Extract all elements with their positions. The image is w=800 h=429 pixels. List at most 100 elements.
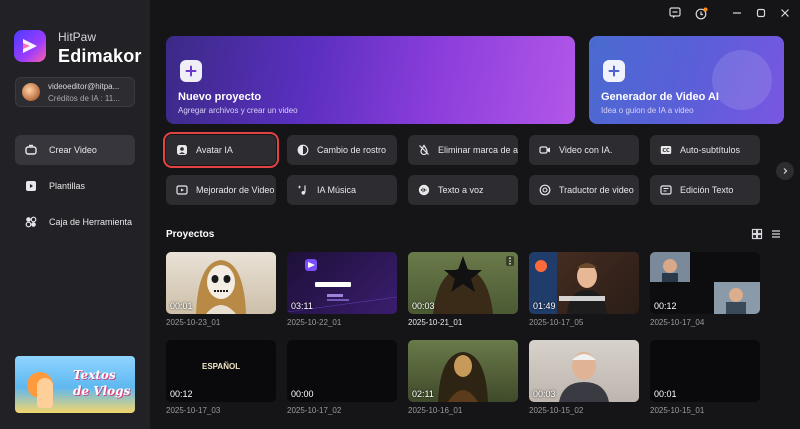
plus-icon (180, 60, 202, 82)
template-icon (25, 180, 37, 192)
tool-label: IA Música (317, 185, 357, 195)
home-icon (25, 144, 37, 156)
sidebar: HitPaw Edimakor videoeditor@hitpa... Cré… (0, 0, 150, 429)
tool-remove-watermark-button[interactable]: Eliminar marca de agua (408, 135, 518, 165)
project-date: 2025-10-21_01 (408, 318, 463, 327)
svg-text:CC: CC (662, 148, 670, 154)
project-duration: 02:11 (412, 389, 434, 399)
account-credits: Créditos de IA : 11... (48, 94, 120, 103)
minimize-icon[interactable] (730, 6, 744, 20)
toolbox-icon (25, 216, 37, 228)
ai-video-generator-card[interactable]: Generador de Video AI Idea o guion de IA… (589, 36, 784, 124)
tool-auto-subtitles-button[interactable]: CC Auto-subtítulos (650, 135, 760, 165)
sidebar-item-crear-video[interactable]: Crear Video (15, 135, 135, 165)
account-card[interactable]: videoeditor@hitpa... Créditos de IA : 11… (15, 77, 135, 107)
tool-avatar-ia-button[interactable]: Avatar IA (163, 132, 279, 168)
scroll-right-button[interactable] (776, 162, 794, 180)
sidebar-item-plantillas[interactable]: Plantillas (15, 171, 135, 201)
avatar-icon (176, 144, 188, 156)
brand-name-line2: Edimakor (58, 46, 142, 66)
project-duration: 03:11 (291, 301, 313, 311)
tool-label: Cambio de rostro (317, 145, 387, 155)
account-email: videoeditor@hitpa... (48, 82, 120, 91)
project-thumbnail[interactable]: 01:49 (529, 252, 639, 314)
project-thumbnail[interactable]: 00:00 (287, 340, 397, 402)
list-view-icon[interactable] (770, 228, 782, 240)
ai-video-icon (539, 144, 551, 156)
new-project-card[interactable]: Nuevo proyecto Agregar archivos y crear … (166, 36, 575, 124)
project-thumbnail[interactable]: 00:01 (166, 252, 276, 314)
project-date: 2025-10-17_04 (650, 318, 705, 327)
feedback-icon[interactable] (668, 6, 682, 20)
new-project-subtitle: Agregar archivos y crear un video (178, 106, 298, 115)
sidebar-item-label: Plantillas (49, 181, 86, 191)
ai-generator-subtitle: Idea o guion de IA a video (601, 106, 694, 115)
notification-icon[interactable] (694, 6, 708, 20)
project-thumbnail[interactable]: 00:03 (529, 340, 639, 402)
ai-generator-title: Generador de Video AI (601, 91, 719, 103)
plus-icon (603, 60, 625, 82)
more-options-icon[interactable] (506, 256, 514, 266)
project-duration: 00:03 (533, 389, 556, 399)
close-icon[interactable] (778, 6, 792, 20)
sidebar-item-label: Caja de Herramienta (49, 217, 133, 227)
project-date: 2025-10-17_05 (529, 318, 584, 327)
project-thumbnail[interactable]: 00:03 (408, 252, 518, 314)
project-thumbnail[interactable]: 00:01 (650, 340, 760, 402)
project-duration: 00:12 (170, 389, 193, 399)
avatar (22, 83, 40, 101)
tool-label: Auto-subtítulos (680, 145, 741, 155)
sidebar-item-caja-de-herramienta[interactable]: Caja de Herramienta (15, 207, 135, 237)
tool-text-edit-button[interactable]: Edición Texto (650, 175, 760, 205)
edimakor-logo-icon (14, 30, 46, 62)
sidebar-item-label: Crear Video (49, 145, 97, 155)
project-date: 2025-10-15_01 (650, 406, 705, 415)
thumbnail-caption: ESPAÑOL (202, 362, 241, 371)
voice-icon (418, 184, 430, 196)
project-thumbnail[interactable]: ESPAÑOL 00:12 (166, 340, 276, 402)
grid-view-icon[interactable] (751, 228, 763, 240)
project-duration: 01:49 (533, 301, 556, 311)
tool-ai-music-button[interactable]: IA Música (287, 175, 397, 205)
tool-video-translator-button[interactable]: Traductor de video (529, 175, 639, 205)
tool-label: Avatar IA (196, 145, 233, 155)
project-duration: 00:01 (170, 301, 193, 311)
promo-title-line1: Textos (73, 368, 116, 382)
project-duration: 00:01 (654, 389, 677, 399)
project-duration: 00:00 (291, 389, 314, 399)
tool-label: Video con IA. (559, 145, 613, 155)
tool-text-to-speech-button[interactable]: Texto a voz (408, 175, 518, 205)
translate-icon (539, 184, 551, 196)
text-edit-icon (660, 184, 672, 196)
tool-video-enhancer-button[interactable]: Mejorador de Video (166, 175, 276, 205)
tool-label: Texto a voz (438, 185, 484, 195)
project-date: 2025-10-17_03 (166, 406, 221, 415)
music-icon (297, 184, 309, 196)
project-date: 2025-10-17_02 (287, 406, 342, 415)
project-date: 2025-10-22_01 (287, 318, 342, 327)
projects-title: Proyectos (166, 229, 215, 240)
watermark-remove-icon (418, 144, 430, 156)
project-duration: 00:03 (412, 301, 435, 311)
tool-face-swap-button[interactable]: Cambio de rostro (287, 135, 397, 165)
project-date: 2025-10-16_01 (408, 406, 463, 415)
tool-ai-video-button[interactable]: Video con IA. (529, 135, 639, 165)
project-duration: 00:12 (654, 301, 677, 311)
cc-icon: CC (660, 144, 672, 156)
project-thumbnail[interactable]: 03:11 (287, 252, 397, 314)
tool-label: Eliminar marca de agua (438, 145, 518, 155)
new-project-title: Nuevo proyecto (178, 91, 262, 103)
project-thumbnail[interactable]: 00:12 (650, 252, 760, 314)
project-thumbnail[interactable]: 02:11 (408, 340, 518, 402)
face-swap-icon (297, 144, 309, 156)
promo-figure (37, 378, 53, 408)
promo-banner[interactable]: Textos de Vlogs (15, 356, 135, 413)
maximize-icon[interactable] (754, 6, 768, 20)
promo-title-line2: de Vlogs (73, 384, 131, 398)
decoration-shape (712, 50, 772, 110)
project-date: 2025-10-23_01 (166, 318, 221, 327)
chevron-right-icon (781, 162, 789, 180)
enhance-icon (176, 184, 188, 196)
tool-label: Edición Texto (680, 185, 734, 195)
project-date: 2025-10-15_02 (529, 406, 584, 415)
